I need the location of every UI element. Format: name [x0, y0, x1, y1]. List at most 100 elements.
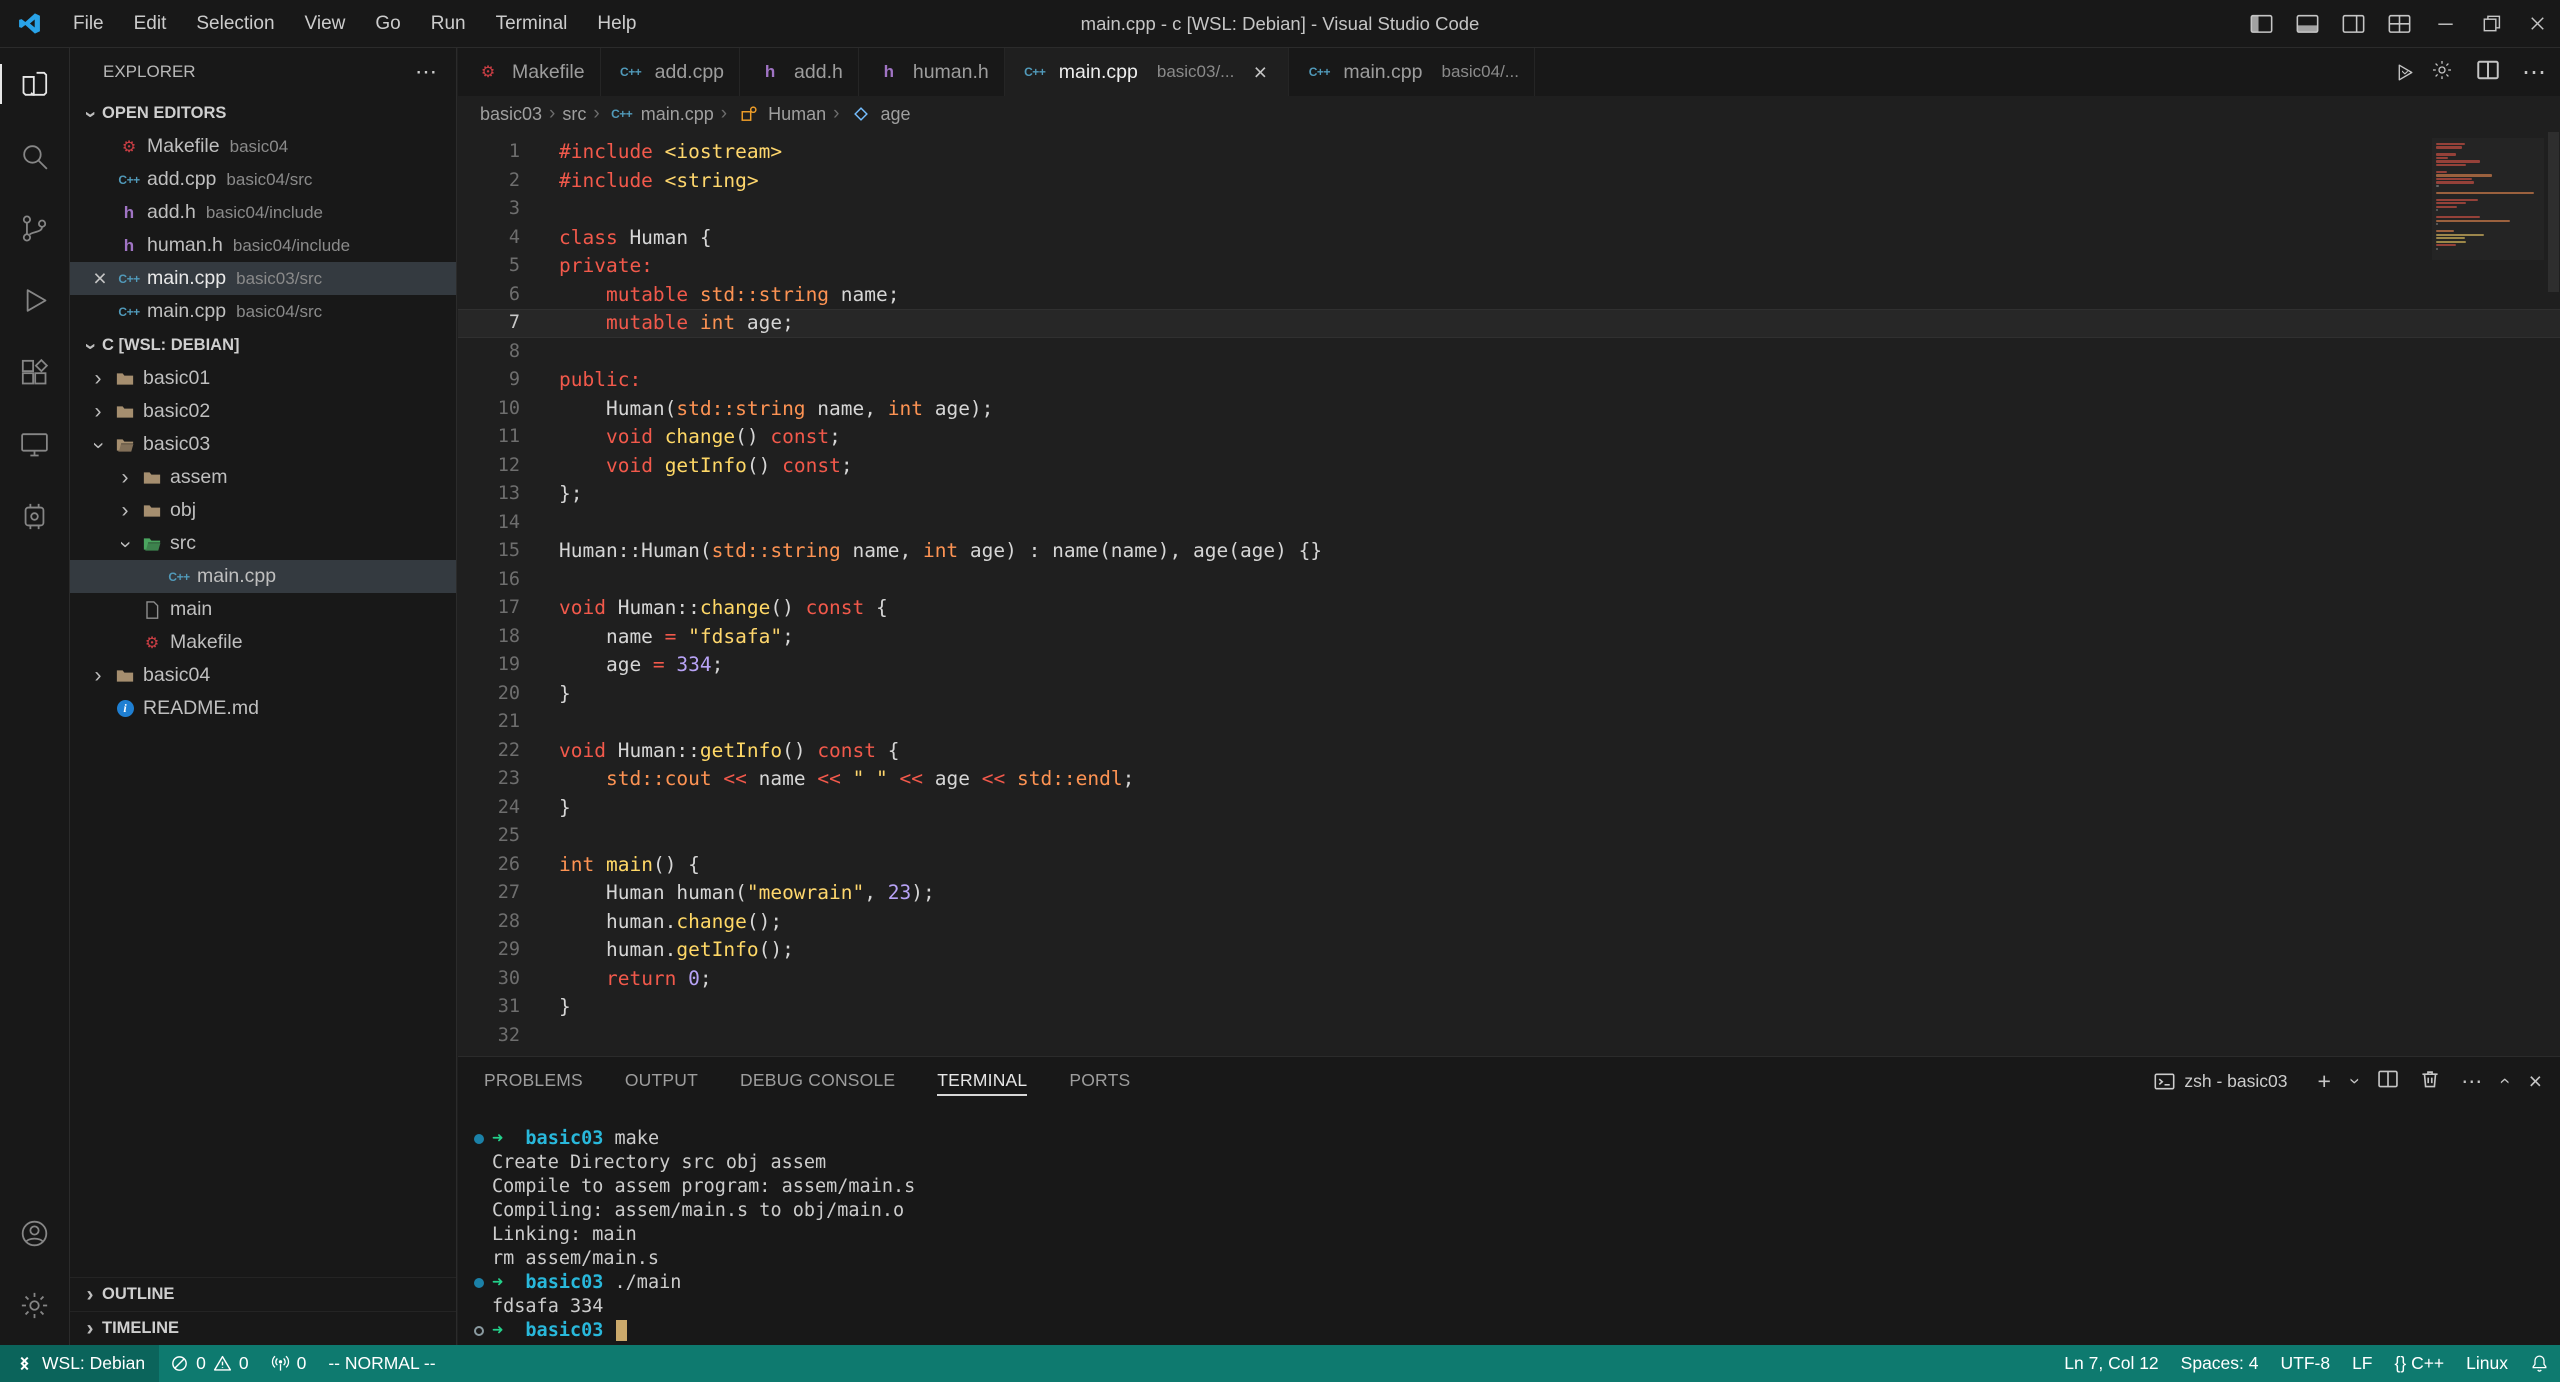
- toggle-panel-icon[interactable]: [2284, 0, 2330, 47]
- tree-item-main[interactable]: main: [70, 593, 456, 626]
- tab-Makefile[interactable]: ⚙Makefile: [458, 48, 601, 96]
- customize-layout-icon[interactable]: [2376, 0, 2422, 47]
- tree-item-README.md[interactable]: iREADME.md: [70, 692, 456, 725]
- breadcrumb-main.cpp[interactable]: C++main.cpp: [607, 104, 714, 125]
- tree-item-basic03[interactable]: ›basic03: [70, 428, 456, 461]
- menu-go[interactable]: Go: [360, 6, 415, 42]
- toggle-secondary-sidebar-icon[interactable]: [2330, 0, 2376, 47]
- open-editors-header[interactable]: › OPEN EDITORS: [70, 96, 456, 130]
- kill-terminal-icon[interactable]: [2419, 1068, 2441, 1095]
- menu-edit[interactable]: Edit: [119, 6, 182, 42]
- settings-gear-icon[interactable]: [0, 1269, 69, 1341]
- menu-selection[interactable]: Selection: [181, 6, 289, 42]
- section-timeline[interactable]: ›TIMELINE: [70, 1311, 456, 1345]
- remote-explorer-icon[interactable]: [0, 408, 69, 480]
- tab-add.cpp[interactable]: C++add.cpp: [601, 48, 740, 96]
- run-cpp-file-icon[interactable]: ›: [2392, 60, 2408, 85]
- menu-view[interactable]: View: [290, 6, 361, 42]
- panel-more-actions-icon[interactable]: ⋯: [2461, 1071, 2482, 1092]
- eol-indicator[interactable]: LF: [2341, 1345, 2383, 1382]
- tree-item-assem[interactable]: ›assem: [70, 461, 456, 494]
- workspace-header[interactable]: › C [WSL: DEBIAN]: [70, 328, 456, 362]
- open-editor-add.cpp[interactable]: C++add.cppbasic04/src: [70, 163, 456, 196]
- minimize-window-icon[interactable]: [2422, 0, 2468, 47]
- editor-settings-gear-icon[interactable]: [2430, 58, 2454, 87]
- menu-file[interactable]: File: [58, 6, 119, 42]
- open-editor-human.h[interactable]: hhuman.hbasic04/include: [70, 229, 456, 262]
- minimap[interactable]: [2432, 138, 2544, 260]
- close-panel-icon[interactable]: ×: [2529, 1070, 2542, 1093]
- toggle-sidebar-icon[interactable]: [2238, 0, 2284, 47]
- more-actions-icon[interactable]: ⋯: [415, 59, 438, 85]
- command-decoration-filled-icon[interactable]: [466, 1127, 492, 1151]
- vim-mode-indicator[interactable]: -- NORMAL --: [317, 1345, 446, 1382]
- breadcrumb-basic03[interactable]: basic03: [480, 104, 542, 125]
- menu-terminal[interactable]: Terminal: [481, 6, 583, 42]
- open-editor-main.cpp[interactable]: C++main.cppbasic04/src: [70, 295, 456, 328]
- open-editor-Makefile[interactable]: ⚙Makefilebasic04: [70, 130, 456, 163]
- close-window-icon[interactable]: [2514, 0, 2560, 47]
- open-editor-add.h[interactable]: hadd.hbasic04/include: [70, 196, 456, 229]
- tree-item-Makefile[interactable]: ⚙Makefile: [70, 626, 456, 659]
- tab-main.cpp[interactable]: C++main.cppbasic03/...×: [1005, 48, 1290, 96]
- tree-item-obj[interactable]: ›obj: [70, 494, 456, 527]
- close-editor-icon[interactable]: ×: [86, 265, 114, 292]
- tree-item-src[interactable]: ›src: [70, 527, 456, 560]
- tree-item-main.cpp[interactable]: C++main.cpp: [70, 560, 456, 593]
- panel-tab-ports[interactable]: PORTS: [1069, 1066, 1130, 1096]
- close-tab-icon[interactable]: ×: [1247, 59, 1273, 86]
- source-control-icon[interactable]: [0, 192, 69, 264]
- menu-help[interactable]: Help: [582, 6, 651, 42]
- split-terminal-icon[interactable]: [2377, 1068, 2399, 1095]
- terminal-dropdown-chevron-icon[interactable]: ›: [2343, 1078, 2365, 1084]
- search-icon[interactable]: [0, 120, 69, 192]
- maximize-panel-icon[interactable]: ›: [2494, 1078, 2516, 1084]
- breadcrumb-age[interactable]: age: [846, 104, 910, 125]
- editor-more-actions-icon[interactable]: ⋯: [2522, 58, 2546, 87]
- language-mode[interactable]: {} C++: [2384, 1345, 2456, 1382]
- panel-tab-output[interactable]: OUTPUT: [625, 1066, 698, 1096]
- panel-tab-terminal[interactable]: TERMINAL: [937, 1066, 1027, 1096]
- new-terminal-icon[interactable]: +: [2317, 1070, 2330, 1093]
- indentation-indicator[interactable]: Spaces: 4: [2170, 1345, 2270, 1382]
- breadcrumb-label: basic03: [480, 104, 542, 125]
- section-outline[interactable]: ›OUTLINE: [70, 1277, 456, 1311]
- extensions-icon[interactable]: [0, 336, 69, 408]
- command-decoration-filled-icon[interactable]: [466, 1271, 492, 1295]
- chevron-right-icon: ›: [86, 665, 110, 686]
- terminal-text: ➜ basic03: [492, 1319, 627, 1343]
- code-editor[interactable]: 1#include <iostream>2#include <string>34…: [458, 132, 2560, 1056]
- menu-run[interactable]: Run: [416, 6, 481, 42]
- tab-main.cpp[interactable]: C++main.cppbasic04/...: [1289, 48, 1535, 96]
- scrollbar-thumb[interactable]: [2548, 132, 2559, 292]
- breadcrumb-src[interactable]: src: [562, 104, 586, 125]
- accounts-icon[interactable]: [0, 1197, 69, 1269]
- breadcrumb-Human[interactable]: Human: [734, 104, 826, 125]
- run-dropdown-chevron-icon[interactable]: ›: [2397, 70, 2414, 75]
- os-indicator[interactable]: Linux: [2455, 1345, 2519, 1382]
- tree-item-basic02[interactable]: ›basic02: [70, 395, 456, 428]
- explorer-icon[interactable]: [0, 48, 69, 120]
- terminal-session-selector[interactable]: zsh - basic03: [2154, 1071, 2287, 1092]
- remote-indicator[interactable]: WSL: Debian: [0, 1345, 159, 1382]
- split-editor-icon[interactable]: [2476, 58, 2500, 87]
- run-debug-icon[interactable]: [0, 264, 69, 336]
- open-editor-main.cpp[interactable]: ×C++main.cppbasic03/src: [70, 262, 456, 295]
- ports-indicator[interactable]: 0: [260, 1345, 318, 1382]
- problems-indicator[interactable]: 0 0: [159, 1345, 259, 1382]
- tree-item-basic04[interactable]: ›basic04: [70, 659, 456, 692]
- line-number: 25: [458, 822, 520, 851]
- command-decoration-open-icon[interactable]: [466, 1319, 492, 1343]
- cursor-position[interactable]: Ln 7, Col 12: [2053, 1345, 2169, 1382]
- encoding-indicator[interactable]: UTF-8: [2270, 1345, 2342, 1382]
- panel-tab-problems[interactable]: PROBLEMS: [484, 1066, 583, 1096]
- tab-add.h[interactable]: hadd.h: [740, 48, 859, 96]
- editor-scrollbar[interactable]: [2547, 132, 2560, 1056]
- panel-tab-debug-console[interactable]: DEBUG CONSOLE: [740, 1066, 895, 1096]
- remote-targets-icon[interactable]: [0, 480, 69, 552]
- notifications-bell-icon[interactable]: [2519, 1345, 2560, 1382]
- restore-window-icon[interactable]: [2468, 0, 2514, 47]
- terminal[interactable]: ➜ basic03 makeCreate Directory src obj a…: [458, 1105, 2560, 1343]
- tab-human.h[interactable]: hhuman.h: [859, 48, 1005, 96]
- tree-item-basic01[interactable]: ›basic01: [70, 362, 456, 395]
